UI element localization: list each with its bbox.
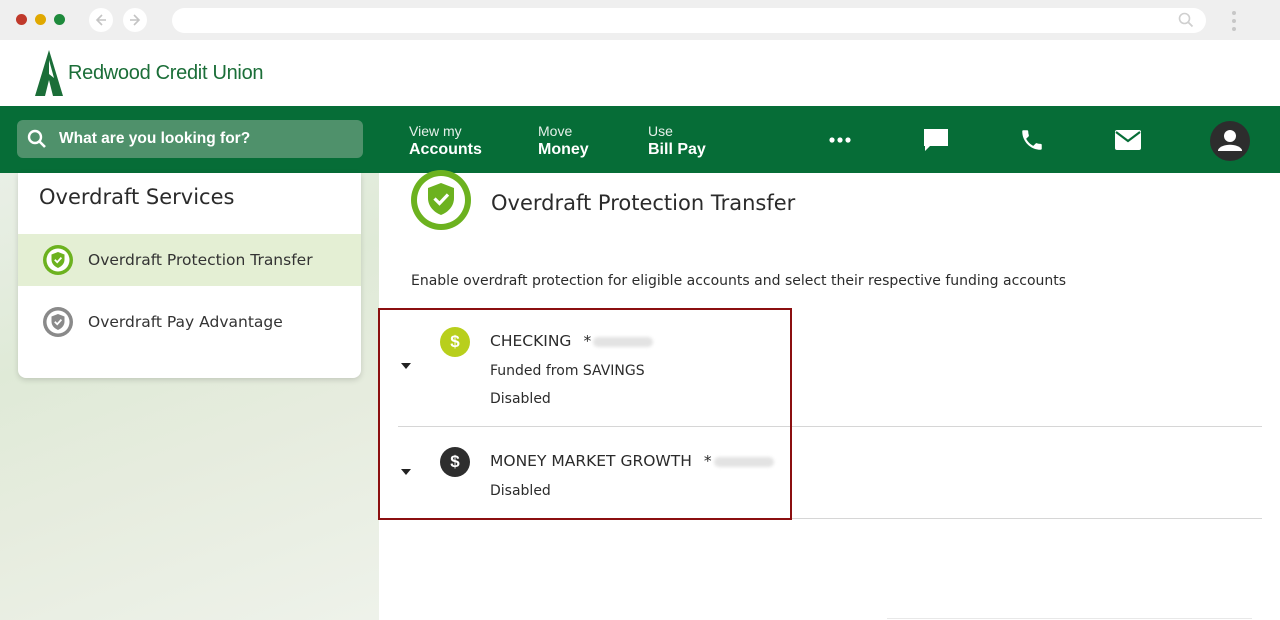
nav-label-small: Use [648,123,673,139]
search-placeholder: What are you looking for? [59,130,251,147]
shield-check-icon [42,306,74,338]
search-icon [1178,12,1194,28]
close-window-dot[interactable] [16,14,27,25]
shield-check-icon [42,244,74,276]
site-header: Redwood Credit Union [0,40,1280,106]
nav-view-accounts[interactable]: View my Accounts [409,123,482,159]
divider [887,618,1252,619]
top-navigation: What are you looking for? View my Accoun… [0,106,1280,173]
nav-label-large: Accounts [409,141,482,158]
mail-icon[interactable] [1114,126,1142,154]
sidebar-item-label: Overdraft Pay Advantage [88,313,283,331]
page-description: Enable overdraft protection for eligible… [411,273,1067,289]
forward-button[interactable] [123,8,147,32]
profile-icon[interactable] [1209,120,1251,162]
overdraft-services-card: Overdraft Services Overdraft Protection … [18,173,361,378]
redwood-tree-icon [35,50,63,96]
sidebar-item-overdraft-pay-advantage[interactable]: Overdraft Pay Advantage [18,296,361,348]
sidebar-item-overdraft-protection-transfer[interactable]: Overdraft Protection Transfer [18,234,361,286]
chat-icon[interactable] [922,126,950,154]
search-icon [27,129,46,148]
nav-move-money[interactable]: Move Money [538,123,589,159]
sidebar-title: Overdraft Services [39,185,235,209]
nav-label-large: Money [538,141,589,158]
browser-chrome [0,0,1280,40]
logo-text: Redwood Credit Union [68,61,264,84]
sidebar-item-label: Overdraft Protection Transfer [88,251,313,269]
phone-icon[interactable] [1018,126,1046,154]
nav-label-large: Bill Pay [648,141,706,158]
minimize-window-dot[interactable] [35,14,46,25]
logo[interactable]: Redwood Credit Union [35,50,264,96]
more-icon[interactable] [826,126,854,154]
address-bar[interactable] [172,8,1206,33]
highlight-box [378,308,792,520]
arrow-left-icon [95,14,106,26]
shield-check-icon [410,169,472,231]
browser-menu-icon[interactable] [1228,9,1240,33]
nav-label-small: View my [409,123,462,139]
back-button[interactable] [89,8,113,32]
maximize-window-dot[interactable] [54,14,65,25]
page-title: Overdraft Protection Transfer [491,191,796,215]
arrow-right-icon [130,14,141,26]
search-input[interactable]: What are you looking for? [17,120,363,158]
nav-label-small: Move [538,123,573,139]
nav-bill-pay[interactable]: Use Bill Pay [648,123,706,159]
